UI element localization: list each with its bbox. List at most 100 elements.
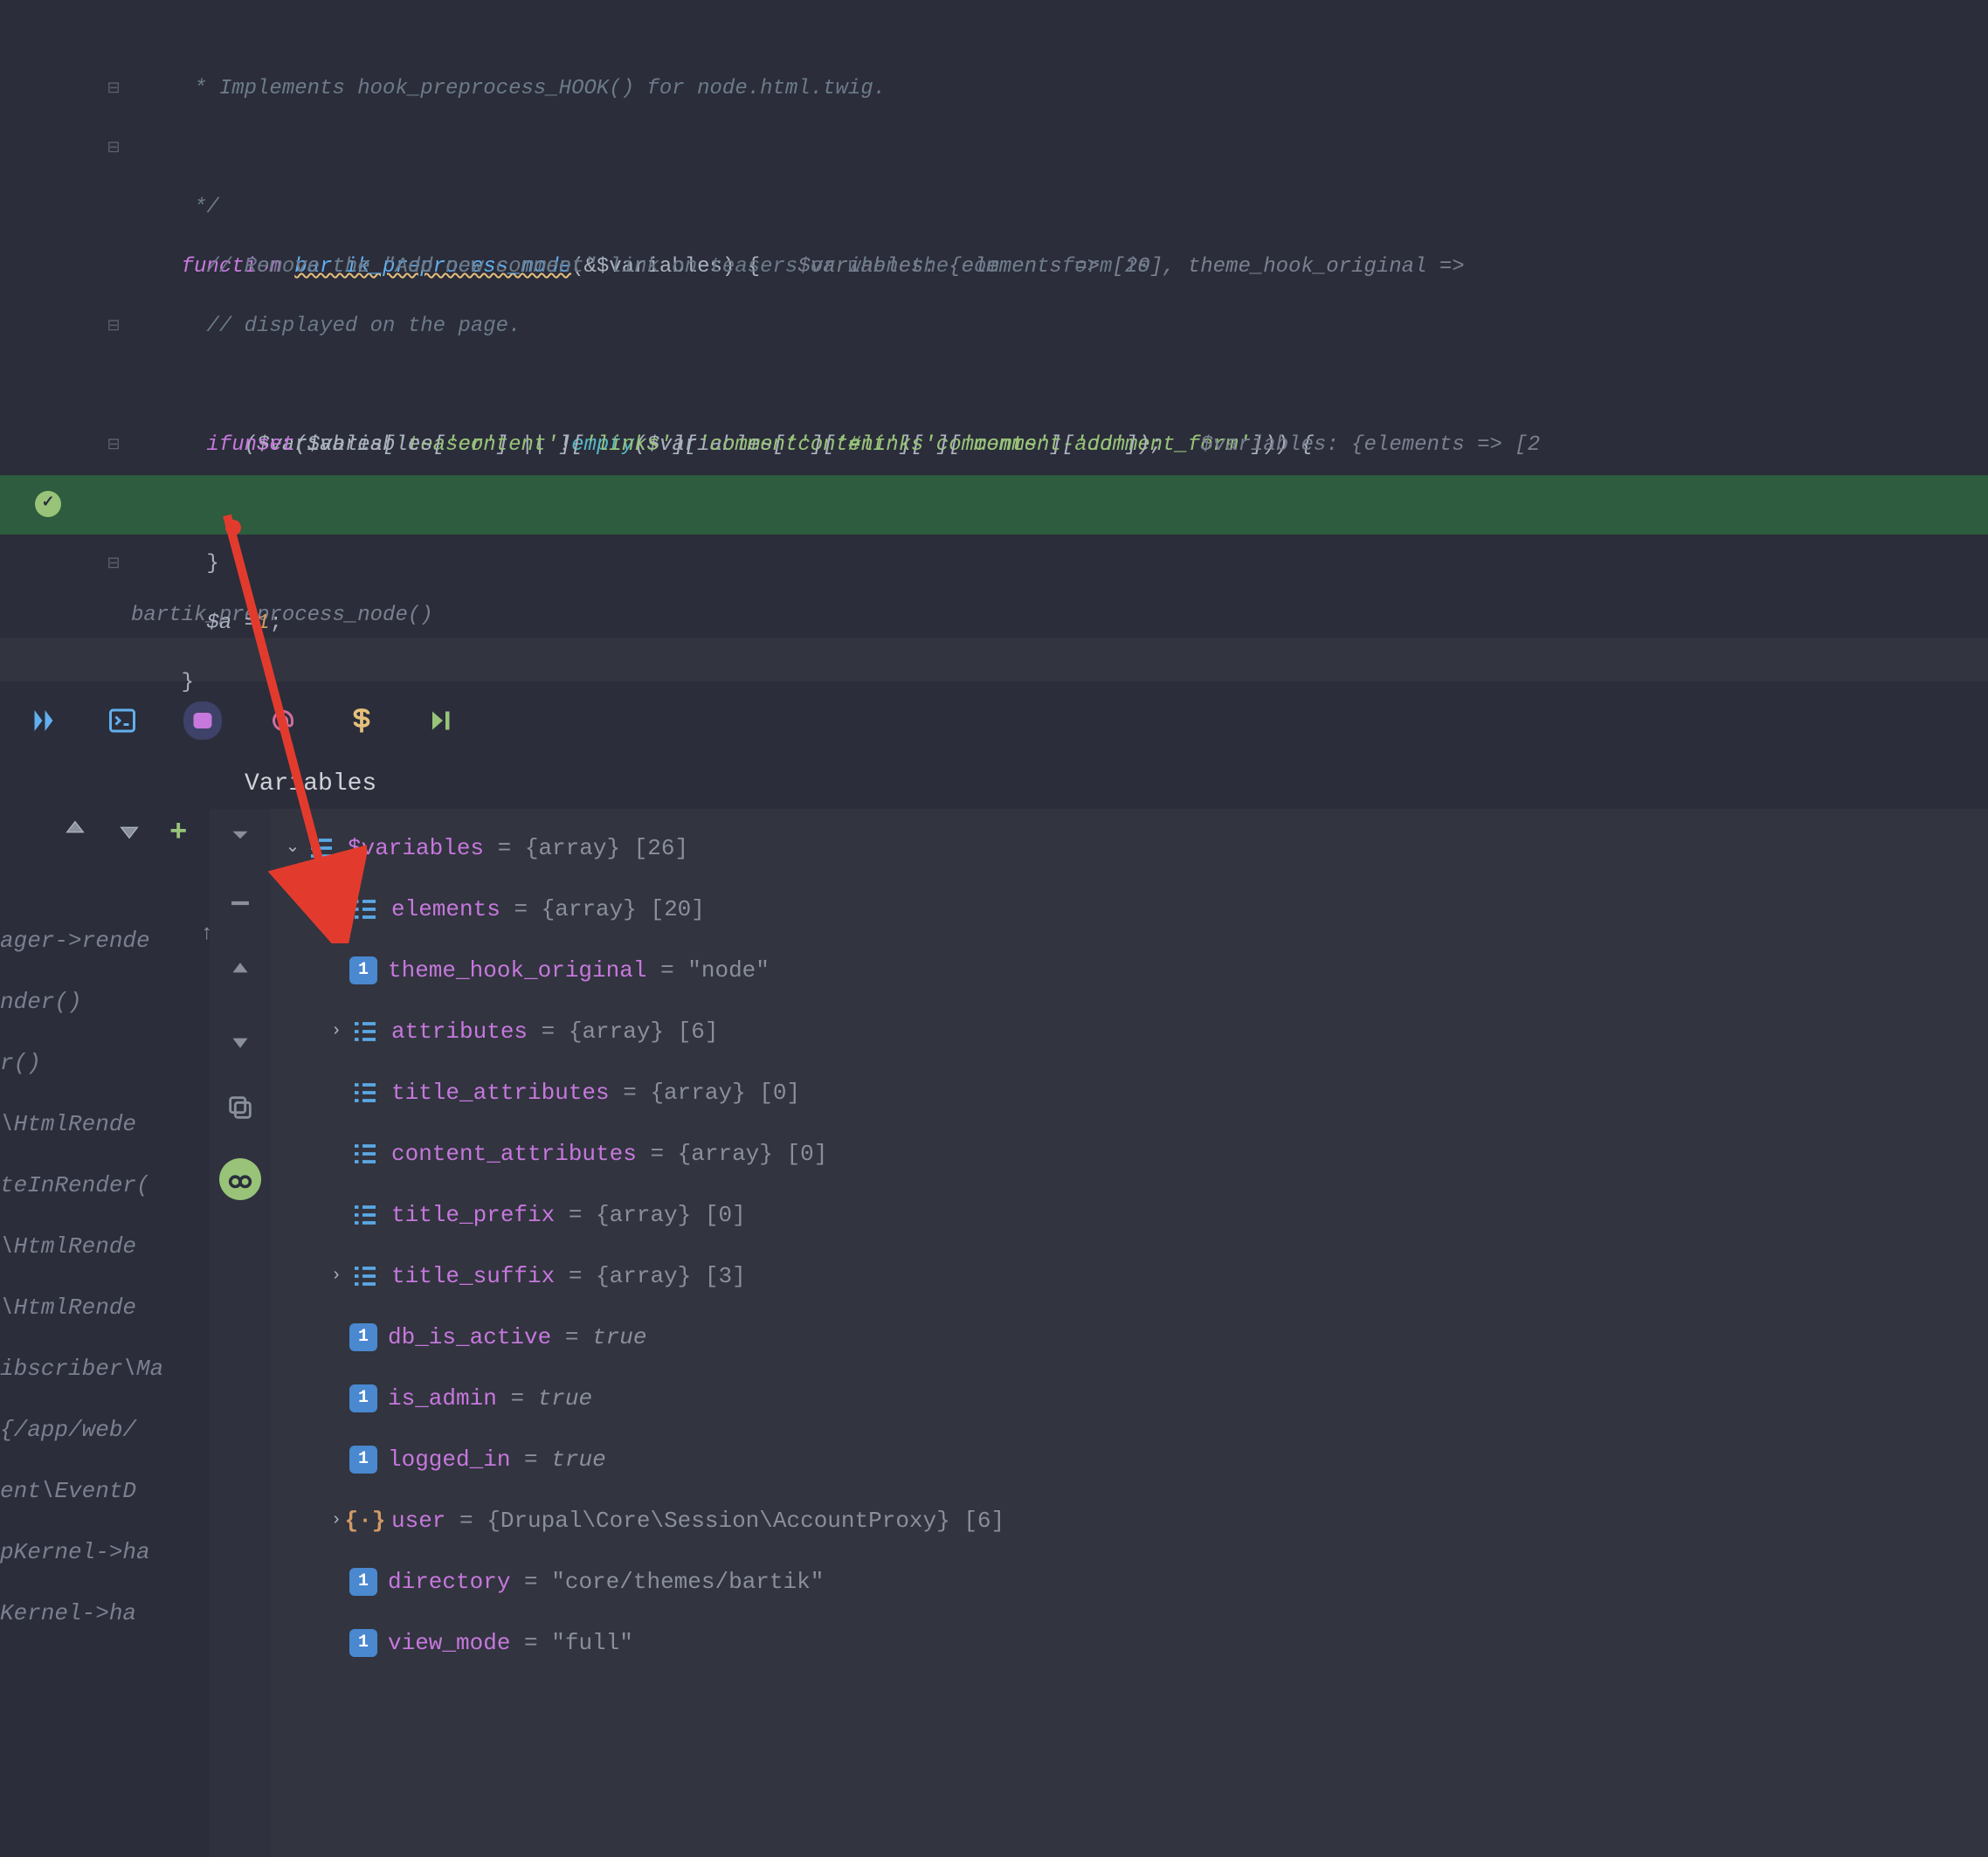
code-line[interactable]: ⊟ }	[0, 535, 1988, 594]
variable-name: elements	[391, 879, 500, 940]
code-line[interactable]: ⊟ function bartik_preprocess_node(&$vari…	[0, 119, 1988, 178]
stack-frame[interactable]: {/app/web/	[0, 1399, 210, 1460]
expand-toggle-icon[interactable]	[323, 1307, 349, 1368]
variable-row[interactable]: ›title_suffix = {array} [3]	[271, 1246, 1988, 1307]
variable-row[interactable]: 1logged_in = true	[271, 1429, 1988, 1490]
at-icon[interactable]	[266, 703, 300, 738]
add-watch-icon[interactable]: +	[169, 817, 187, 850]
stack-frame[interactable]: ent\EventD	[0, 1460, 210, 1522]
variable-row[interactable]: content_attributes = {array} [0]	[271, 1123, 1988, 1184]
variable-row[interactable]: ›elements = {array} [20]	[271, 879, 1988, 940]
watch-glasses-icon[interactable]	[219, 1158, 261, 1200]
variable-name: content_attributes	[391, 1123, 637, 1184]
code-line[interactable]: ⊟ */	[0, 59, 1988, 119]
variable-value: = {array} [0]	[623, 1062, 800, 1123]
frame-down-icon[interactable]	[115, 816, 143, 851]
variable-row-root[interactable]: ⌄ $variables = {array} [26]	[271, 818, 1988, 879]
fold-icon[interactable]: ⊟	[96, 119, 131, 178]
stack-frame[interactable]: \HtmlRende	[0, 1094, 210, 1155]
expand-toggle-icon[interactable]	[323, 1551, 349, 1612]
variable-value: = "core/themes/bartik"	[524, 1551, 824, 1612]
variable-row[interactable]: ›attributes = {array} [6]	[271, 1001, 1988, 1062]
frame-up-icon[interactable]	[61, 816, 89, 851]
chevron-down-icon[interactable]	[223, 818, 258, 853]
scroll-up-icon[interactable]	[223, 954, 258, 989]
variables-tree[interactable]: ⌄ $variables = {array} [26] › elements = …	[271, 809, 1988, 1857]
expand-toggle-icon[interactable]	[323, 1429, 349, 1490]
dollar-icon[interactable]	[344, 703, 379, 738]
expand-toggle-icon[interactable]	[323, 940, 349, 1001]
variable-value: = {array} [0]	[650, 1123, 827, 1184]
stack-frame[interactable]: \HtmlRende	[0, 1277, 210, 1338]
variables-panel-title: Variables	[0, 760, 1988, 809]
array-icon	[349, 1260, 381, 1292]
code-line[interactable]: // displayed on the page.	[0, 238, 1988, 297]
fold-icon[interactable]: ⊟	[96, 59, 131, 119]
variable-value: =	[510, 1368, 537, 1429]
variable-name: attributes	[391, 1001, 528, 1062]
variable-name: logged_in	[388, 1429, 510, 1490]
variable-row[interactable]: 1is_admin = true	[271, 1368, 1988, 1429]
variable-row[interactable]: 1theme_hook_original = "node"	[271, 940, 1988, 1001]
variable-name: user	[391, 1490, 445, 1551]
code-line[interactable]: ⊟ if ($variables['teaser'] || !empty($va…	[0, 297, 1988, 356]
array-icon	[349, 894, 381, 925]
variable-name: theme_hook_original	[388, 940, 646, 1001]
variable-name: title_prefix	[391, 1184, 555, 1246]
scroll-up-icon[interactable]: ↑	[201, 922, 213, 946]
variable-row[interactable]: 1 directory = "core/themes/bartik"	[271, 1551, 1988, 1612]
scalar-icon: 1	[349, 956, 377, 984]
variable-row[interactable]: 1view_mode = "full"	[271, 1612, 1988, 1674]
code-editor[interactable]: * Implements hook_preprocess_HOOK() for …	[0, 0, 1988, 638]
scalar-icon: 1	[349, 1568, 377, 1596]
stack-frame[interactable]: pKernel->ha	[0, 1522, 210, 1583]
scalar-icon: 1	[349, 1384, 377, 1412]
call-stack-list[interactable]: ager->rende nder() r() \HtmlRende teInRe…	[0, 858, 210, 1644]
variable-name: $variables	[348, 818, 484, 879]
expand-toggle-icon[interactable]	[323, 1368, 349, 1429]
variable-name: view_mode	[388, 1612, 510, 1674]
scalar-icon: 1	[349, 1323, 377, 1351]
collapse-icon[interactable]	[223, 886, 258, 921]
variable-row[interactable]: ›{·}user = {Drupal\Core\Session\AccountP…	[271, 1490, 1988, 1551]
scroll-down-icon[interactable]	[223, 1022, 258, 1057]
expand-toggle-icon[interactable]: ›	[323, 1001, 349, 1062]
fold-icon[interactable]: ⊟	[96, 535, 131, 594]
code-line[interactable]: // Remove the "Add new comment" link on …	[0, 178, 1988, 238]
expand-toggle-icon[interactable]	[323, 1123, 349, 1184]
stack-frame[interactable]: \HtmlRende	[0, 1216, 210, 1277]
expand-toggle-icon[interactable]: ⌄	[280, 818, 306, 879]
fold-icon[interactable]: ⊟	[96, 297, 131, 356]
variable-row[interactable]: 1db_is_active = true	[271, 1307, 1988, 1368]
variable-name: directory	[388, 1551, 510, 1612]
breakpoint-check-icon[interactable]: ✓	[35, 491, 61, 517]
debug-toolbar	[0, 681, 1988, 760]
code-line[interactable]: * Implements hook_preprocess_HOOK() for …	[0, 0, 1988, 59]
expand-toggle-icon[interactable]: ›	[323, 879, 349, 940]
variable-value: = {array} [3]	[569, 1246, 746, 1307]
copy-icon[interactable]	[223, 1090, 258, 1125]
array-icon	[306, 832, 337, 864]
stack-frame[interactable]: nder()	[0, 971, 210, 1032]
fold-icon[interactable]: ⊟	[96, 416, 131, 475]
stack-frame[interactable]: teInRender(	[0, 1155, 210, 1216]
variable-value: = {Drupal\Core\Session\AccountProxy} [6]	[459, 1490, 1004, 1551]
expand-toggle-icon[interactable]: ›	[323, 1246, 349, 1307]
resume-icon[interactable]	[26, 703, 61, 738]
variable-value: =	[524, 1429, 551, 1490]
scalar-icon: 1	[349, 1629, 377, 1657]
panel-divider[interactable]	[0, 638, 1988, 681]
run-to-cursor-icon[interactable]	[423, 703, 458, 738]
stack-frame[interactable]: ager->rende	[0, 910, 210, 971]
code-line-breakpoint[interactable]: ✓ $a =1;	[0, 475, 1988, 535]
expand-toggle-icon[interactable]	[323, 1062, 349, 1123]
code-line[interactable]: unset($variables['content']['links']['co…	[0, 356, 1988, 416]
expand-toggle-icon[interactable]	[323, 1612, 349, 1674]
code-line[interactable]: ⊟ }	[0, 416, 1988, 475]
stack-frame[interactable]: ibscriber\Ma	[0, 1338, 210, 1399]
variable-row[interactable]: title_attributes = {array} [0]	[271, 1062, 1988, 1123]
expand-toggle-icon[interactable]	[323, 1184, 349, 1246]
frames-nav: +	[0, 809, 210, 858]
stack-frame[interactable]: r()	[0, 1032, 210, 1094]
variable-row[interactable]: title_prefix = {array} [0]	[271, 1184, 1988, 1246]
